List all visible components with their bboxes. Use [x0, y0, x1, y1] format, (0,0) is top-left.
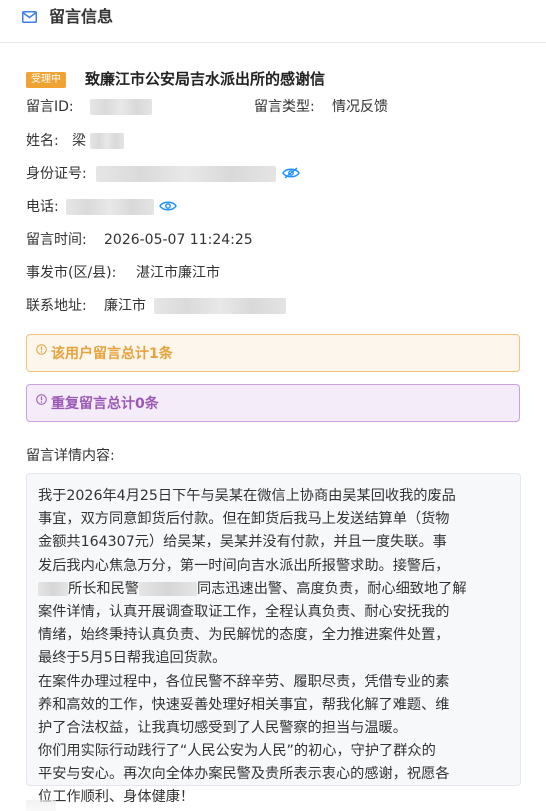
detail-line: 情绪，始终秉持认真负责、为民解忧的态度，全力推进案件处置，: [38, 627, 450, 644]
officer-name-redacted: [38, 581, 68, 596]
address-label: 联系地址:: [26, 298, 87, 314]
type-value: 情况反馈: [332, 99, 388, 115]
detail-line: 我于2026年4月25日下午与吴某在微信上协商由吴某回收我的废品: [38, 488, 456, 504]
detail-line: 你们用实际行动践行了“人民公安为人民”的初心，守护了群众的: [38, 743, 436, 760]
duplicate-total-text: 重复留言总计0条: [51, 396, 159, 412]
name-value: 梁: [72, 133, 86, 149]
mail-icon: [22, 11, 37, 23]
detail-line: 事宜，双方同意卸货后付款。但在卸货后我马上发送结算单（货物: [38, 511, 450, 528]
time-label: 留言时间:: [26, 232, 87, 248]
detail-line-redacted: 所长和民警 同志迅速出警、高度负责，耐心细致地了解: [38, 578, 467, 601]
type-label: 留言类型:: [254, 99, 315, 115]
officer-name-redacted: [138, 581, 197, 596]
detail-line: 最终于5月5日帮我追回货款。: [38, 650, 227, 667]
time-value: 2026-05-07 11:24:25: [104, 232, 253, 248]
phone-label: 电话:: [26, 199, 59, 215]
address-value: 廉江市: [104, 298, 146, 314]
status-badge: 受理中: [26, 72, 66, 88]
message-title: 致廉江市公安局吉水派出所的感谢信: [85, 70, 326, 88]
detail-line-part: 同志迅速出警、高度负责，耐心细致地了解: [196, 580, 467, 597]
idcard-redacted: [96, 166, 276, 182]
info-icon: [36, 394, 47, 405]
eye-icon[interactable]: [159, 200, 177, 212]
city-label: 事发市(区/县):: [26, 265, 117, 281]
detail-line: 金额共164307元）给吴某，吴某并没有付款，并且一度失联。事: [38, 534, 447, 551]
user-total-alert: 该用户留言总计1条: [26, 334, 520, 372]
detail-line: 养和高效的工作，快速妥善处理好相关事宜，帮我化解了难题、维: [38, 696, 450, 713]
idcard-label: 身份证号:: [26, 166, 87, 182]
next-section-hint: [26, 800, 56, 811]
detail-label: 留言详情内容:: [26, 448, 115, 464]
id-value-redacted: [90, 99, 152, 115]
detail-text: 我于2026年4月25日下午与吴某在微信上协商由吴某回收我的废品 事宜，双方同意…: [38, 485, 467, 810]
phone-redacted: [66, 199, 154, 215]
section-title: 留言信息: [49, 7, 114, 26]
name-redacted: [90, 133, 124, 149]
detail-line: 平安与安心。再次向全体办案民警及贵所表示衷心的感谢，祝愿各: [38, 766, 450, 783]
duplicate-total-alert: 重复留言总计0条: [26, 384, 520, 422]
user-total-text: 该用户留言总计1条: [51, 346, 173, 362]
detail-line: 位工作顺利、身体健康！: [38, 789, 195, 806]
eye-slash-icon[interactable]: [282, 167, 300, 179]
detail-line: 在案件办理过程中，各位民警不辞辛劳、履职尽责，凭借专业的素: [38, 673, 450, 690]
detail-line-part: 所长和民警: [68, 580, 139, 597]
name-label: 姓名:: [26, 133, 59, 149]
city-value: 湛江市廉江市: [136, 265, 220, 281]
info-icon: [36, 344, 47, 355]
detail-line: 护了合法权益，让我真切感受到了人民警察的担当与温暖。: [38, 719, 407, 736]
detail-line: 发后我内心焦急万分，第一时间向吉水派出所报警求助。接警后，: [38, 557, 450, 574]
address-redacted: [154, 298, 286, 314]
detail-content-box: 我于2026年4月25日下午与吴某在微信上协商由吴某回收我的废品 事宜，双方同意…: [26, 473, 521, 805]
detail-line: 案件详情，认真开展调查取证工作，全程认真负责、耐心安抚我的: [38, 603, 450, 620]
id-label: 留言ID:: [26, 99, 74, 115]
section-header: 留言信息: [0, 0, 546, 43]
